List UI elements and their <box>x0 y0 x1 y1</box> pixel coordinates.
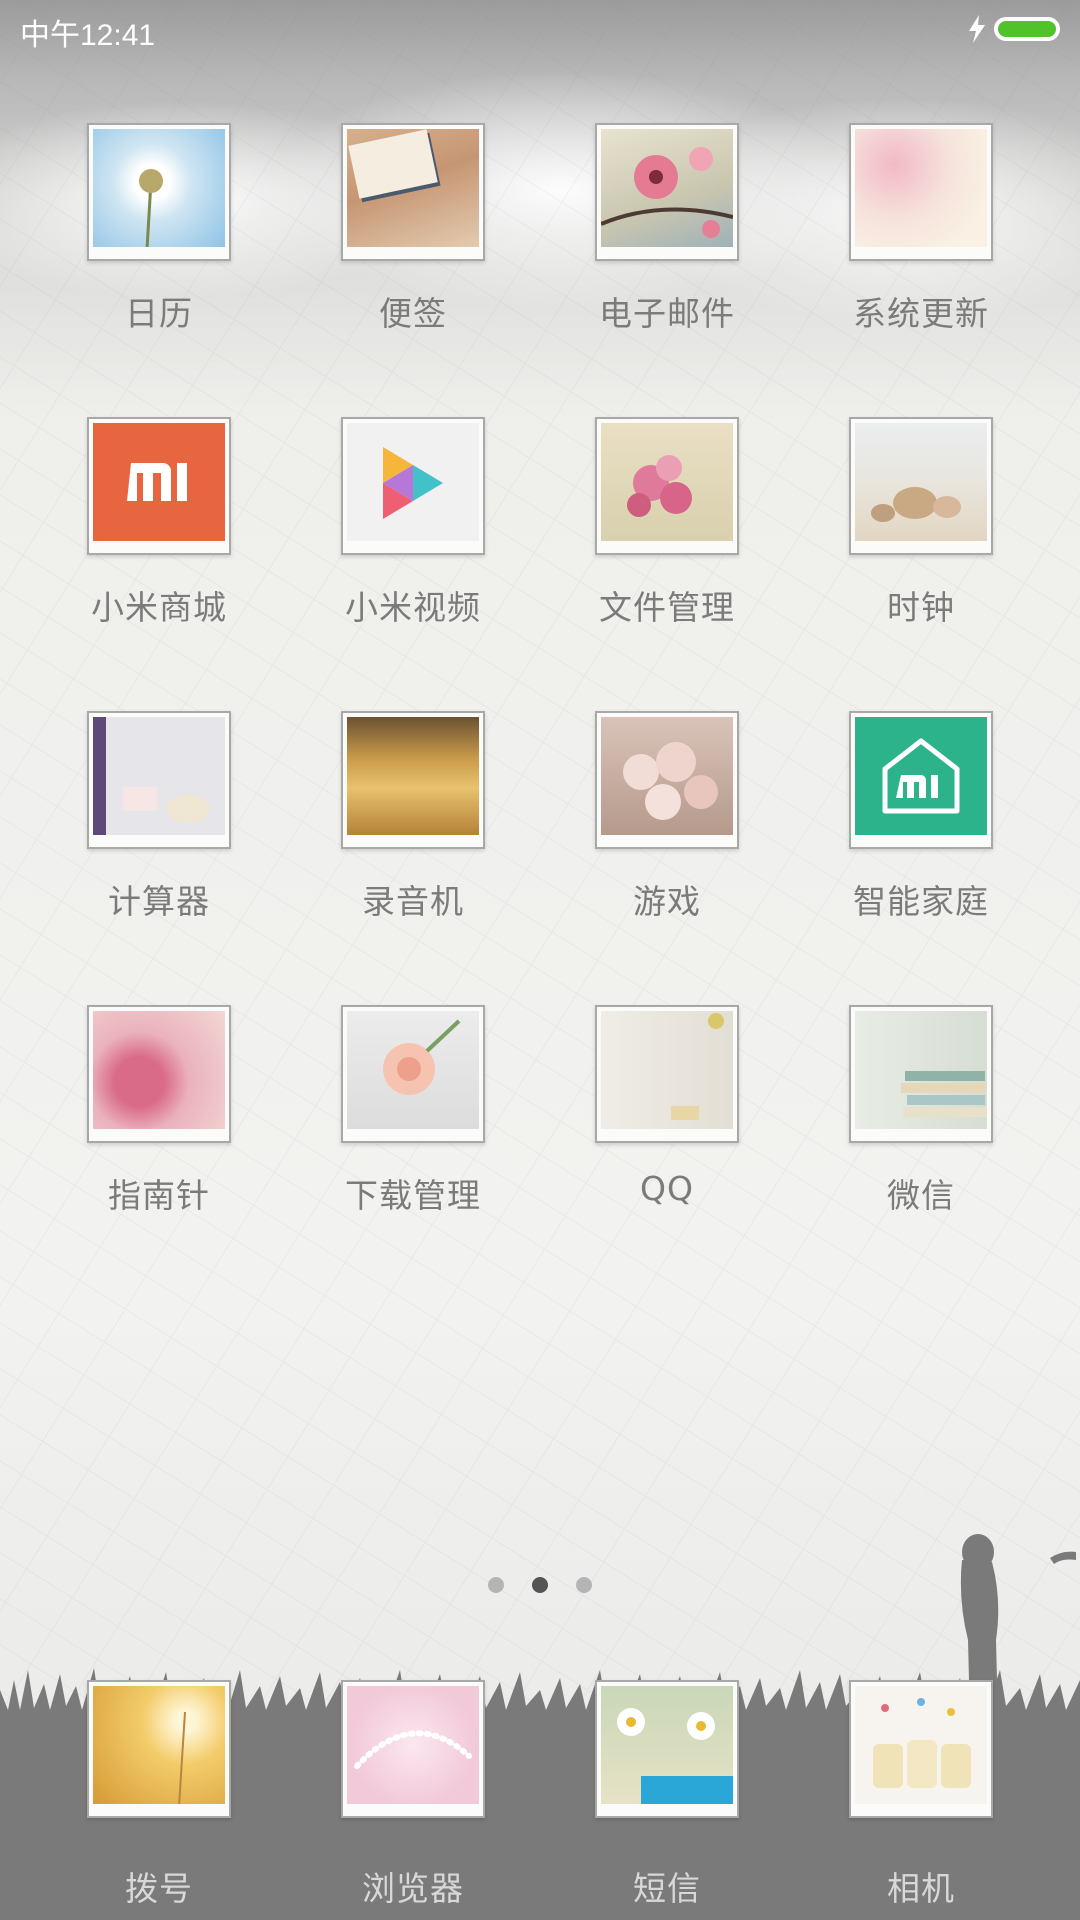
app-calendar[interactable]: 日历 <box>32 123 286 335</box>
app-file-manager[interactable]: 文件管理 <box>540 417 794 629</box>
battery-icon <box>994 17 1060 41</box>
app-clock[interactable]: 时钟 <box>794 417 1048 629</box>
app-label: 小米视频 <box>345 588 481 627</box>
page-dot-2-current[interactable] <box>532 1577 548 1593</box>
seashells-photo-icon <box>855 423 987 541</box>
flower-blur-photo-icon <box>855 129 987 247</box>
app-icon-frame[interactable] <box>595 1680 739 1818</box>
app-label: 文件管理 <box>599 588 735 627</box>
notebook-photo-icon <box>347 129 479 247</box>
app-games[interactable]: 游戏 <box>540 711 794 923</box>
app-mi-video[interactable]: 小米视频 <box>286 417 540 629</box>
pink-rose-photo-icon <box>93 1011 225 1129</box>
app-recorder[interactable]: 录音机 <box>286 711 540 923</box>
app-label: 浏览器 <box>362 1869 464 1908</box>
page-dot-3[interactable] <box>576 1577 592 1593</box>
app-calculator[interactable]: 计算器 <box>32 711 286 923</box>
app-label: 系统更新 <box>853 294 989 333</box>
app-label: 游戏 <box>633 882 701 921</box>
roses-bouquet-photo-icon <box>601 717 733 835</box>
daisy-cup-photo-icon <box>601 1686 733 1804</box>
app-download-manager[interactable]: 下载管理 <box>286 1005 540 1217</box>
app-compass[interactable]: 指南针 <box>32 1005 286 1217</box>
app-icon-frame[interactable] <box>849 123 993 261</box>
app-icon-frame[interactable] <box>341 711 485 849</box>
charging-icon <box>969 15 985 43</box>
app-icon-frame[interactable] <box>87 123 231 261</box>
app-icon-frame[interactable] <box>341 417 485 555</box>
yogurt-jars-photo-icon <box>855 1686 987 1804</box>
app-qq[interactable]: QQ <box>540 1005 794 1208</box>
app-label: 智能家庭 <box>853 882 989 921</box>
dock-app-browser[interactable]: 浏览器 <box>286 1680 540 1910</box>
app-label: 电子邮件 <box>599 294 735 333</box>
app-icon-frame[interactable] <box>87 1005 231 1143</box>
app-icon-frame[interactable] <box>849 711 993 849</box>
app-icon-frame[interactable] <box>341 1680 485 1818</box>
app-wechat[interactable]: 微信 <box>794 1005 1048 1217</box>
dandelion-photo-icon <box>93 129 225 247</box>
app-label: 短信 <box>633 1869 701 1908</box>
dock-app-dialer[interactable]: 拨号 <box>32 1680 286 1910</box>
mi-home-icon <box>855 717 987 835</box>
app-icon-frame[interactable] <box>595 1005 739 1143</box>
app-smart-home[interactable]: 智能家庭 <box>794 711 1048 923</box>
app-icon-frame[interactable] <box>341 1005 485 1143</box>
page-dot-1[interactable] <box>488 1577 504 1593</box>
app-label: 拨号 <box>125 1869 193 1908</box>
window-cup-photo-icon <box>93 717 225 835</box>
app-mi-store[interactable]: 小米商城 <box>32 417 286 629</box>
status-time: 中午12:41 <box>20 19 156 52</box>
app-label: 指南针 <box>108 1176 210 1215</box>
dandelion-sunset-photo-icon <box>93 1686 225 1804</box>
pink-flowers-photo-icon <box>601 423 733 541</box>
app-label: 计算器 <box>108 882 210 921</box>
app-label: 便签 <box>379 294 447 333</box>
app-label: 相机 <box>887 1869 955 1908</box>
app-label: 小米商城 <box>91 588 227 627</box>
app-label: 日历 <box>125 294 193 333</box>
status-bar: 中午12:41 <box>0 0 1080 60</box>
cherry-blossom-photo-icon <box>601 129 733 247</box>
room-plant-photo-icon <box>601 1011 733 1129</box>
app-icon-frame[interactable] <box>849 1005 993 1143</box>
pearls-photo-icon <box>347 1686 479 1804</box>
play-triangle-icon <box>347 423 479 541</box>
app-icon-frame[interactable] <box>87 1680 231 1818</box>
battery-level <box>998 21 1056 37</box>
app-icon-frame[interactable] <box>87 711 231 849</box>
app-label: 微信 <box>887 1176 955 1215</box>
app-icon-frame[interactable] <box>341 123 485 261</box>
app-icon-frame[interactable] <box>849 417 993 555</box>
mi-logo-icon <box>93 423 225 541</box>
peach-rose-photo-icon <box>347 1011 479 1129</box>
app-icon-frame[interactable] <box>595 417 739 555</box>
books-photo-icon <box>855 1011 987 1129</box>
golden-grass-photo-icon <box>347 717 479 835</box>
app-label: QQ <box>640 1169 694 1208</box>
app-email[interactable]: 电子邮件 <box>540 123 794 335</box>
app-icon-frame[interactable] <box>87 417 231 555</box>
app-label: 时钟 <box>887 588 955 627</box>
dock-app-messages[interactable]: 短信 <box>540 1680 794 1910</box>
app-label: 录音机 <box>362 882 464 921</box>
app-icon-frame[interactable] <box>849 1680 993 1818</box>
dock-app-camera[interactable]: 相机 <box>794 1680 1048 1910</box>
app-notes[interactable]: 便签 <box>286 123 540 335</box>
app-system-update[interactable]: 系统更新 <box>794 123 1048 335</box>
app-icon-frame[interactable] <box>595 711 739 849</box>
app-label: 下载管理 <box>345 1176 481 1215</box>
app-icon-frame[interactable] <box>595 123 739 261</box>
